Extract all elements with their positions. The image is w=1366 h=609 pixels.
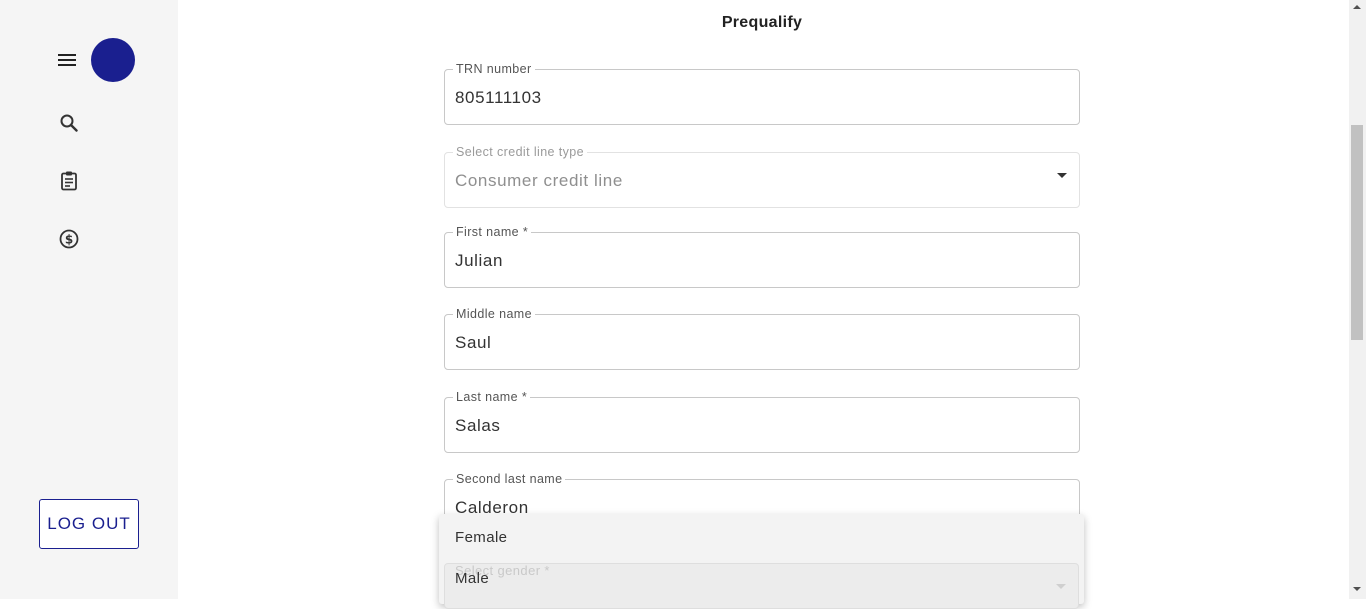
middle-name-field[interactable]: Middle name Saul — [444, 306, 1080, 370]
dollar-icon[interactable]: $ — [57, 227, 81, 251]
sidebar: $ LOG OUT — [0, 0, 178, 599]
menu-icon[interactable] — [55, 48, 79, 72]
svg-text:$: $ — [65, 233, 73, 247]
gender-select: Select gender * — [444, 563, 1079, 609]
credit-line-select: Select credit line type Consumer credit … — [444, 144, 1080, 208]
middle-name-value[interactable]: Saul — [455, 333, 491, 353]
gender-dropdown-menu: Select gender * Female Male — [439, 514, 1084, 609]
last-name-label: Last name * — [453, 389, 531, 405]
trn-value[interactable]: 805111103 — [455, 88, 542, 108]
first-name-value[interactable]: Julian — [455, 251, 503, 271]
scrollbar[interactable] — [1349, 0, 1366, 599]
page-title: Prequalify — [721, 14, 803, 31]
avatar[interactable] — [91, 38, 135, 82]
chevron-down-icon — [1057, 173, 1067, 178]
scroll-down-icon[interactable] — [1353, 587, 1361, 591]
scroll-thumb[interactable] — [1351, 125, 1363, 340]
clipboard-icon[interactable] — [57, 169, 81, 193]
second-last-name-label: Second last name — [453, 471, 566, 487]
first-name-label: First name * — [453, 224, 532, 240]
credit-line-value: Consumer credit line — [455, 171, 623, 190]
last-name-value[interactable]: Salas — [455, 416, 501, 436]
first-name-field[interactable]: First name * Julian — [444, 224, 1080, 288]
scroll-up-icon[interactable] — [1353, 5, 1361, 9]
last-name-field[interactable]: Last name * Salas — [444, 389, 1080, 453]
search-icon[interactable] — [57, 111, 81, 135]
credit-line-label: Select credit line type — [453, 144, 588, 160]
middle-name-label: Middle name — [453, 306, 535, 322]
logout-button[interactable]: LOG OUT — [39, 499, 139, 549]
chevron-down-icon — [1056, 584, 1066, 589]
trn-label: TRN number — [453, 61, 535, 77]
gender-option-male[interactable]: Male — [455, 570, 489, 587]
trn-field[interactable]: TRN number 805111103 — [444, 61, 1080, 125]
gender-option-female[interactable]: Female — [455, 529, 507, 546]
